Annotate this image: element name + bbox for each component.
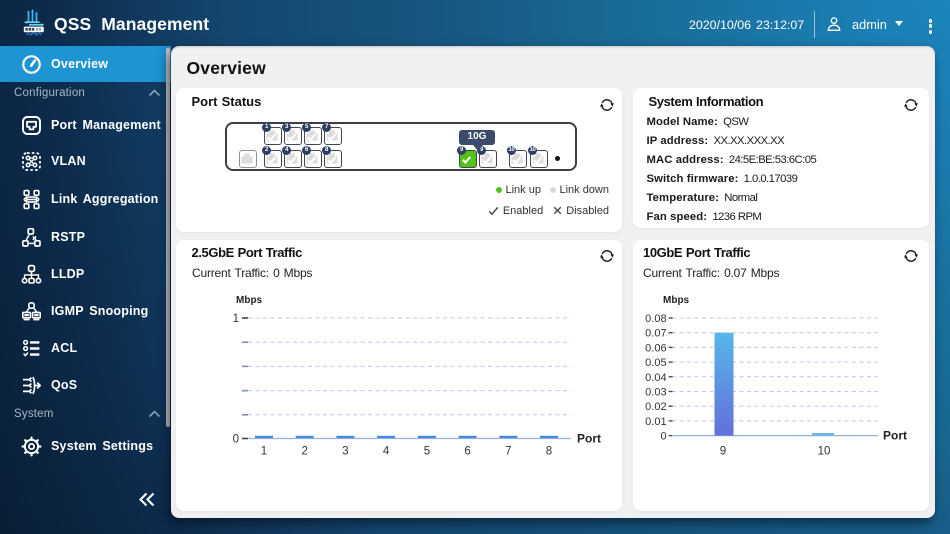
svg-text:4: 4	[383, 445, 390, 457]
svg-text:0.08: 0.08	[645, 313, 666, 325]
svg-text:Mbps: Mbps	[663, 295, 690, 306]
svg-text:0: 0	[660, 430, 666, 442]
svg-text:Port: Port	[577, 431, 601, 445]
svg-text:3: 3	[342, 445, 348, 457]
svg-text:8: 8	[546, 445, 552, 457]
svg-text:9: 9	[720, 445, 726, 457]
svg-text:6: 6	[464, 445, 470, 457]
svg-text:0.01: 0.01	[645, 415, 666, 427]
svg-text:2: 2	[301, 445, 307, 457]
svg-text:0.04: 0.04	[645, 371, 666, 383]
svg-text:0.06: 0.06	[645, 342, 666, 354]
svg-text:Port: Port	[883, 428, 907, 442]
svg-text:5: 5	[424, 445, 430, 457]
svg-text:1: 1	[233, 313, 239, 325]
svg-text:10: 10	[818, 445, 831, 457]
svg-text:0.02: 0.02	[645, 401, 666, 413]
svg-text:0: 0	[233, 433, 239, 445]
svg-text:Mbps: Mbps	[236, 295, 263, 306]
svg-text:0.03: 0.03	[645, 386, 666, 398]
svg-text:7: 7	[505, 445, 511, 457]
svg-text:0.05: 0.05	[645, 357, 666, 369]
svg-text:1: 1	[261, 445, 267, 457]
svg-text:0.07: 0.07	[645, 327, 666, 339]
